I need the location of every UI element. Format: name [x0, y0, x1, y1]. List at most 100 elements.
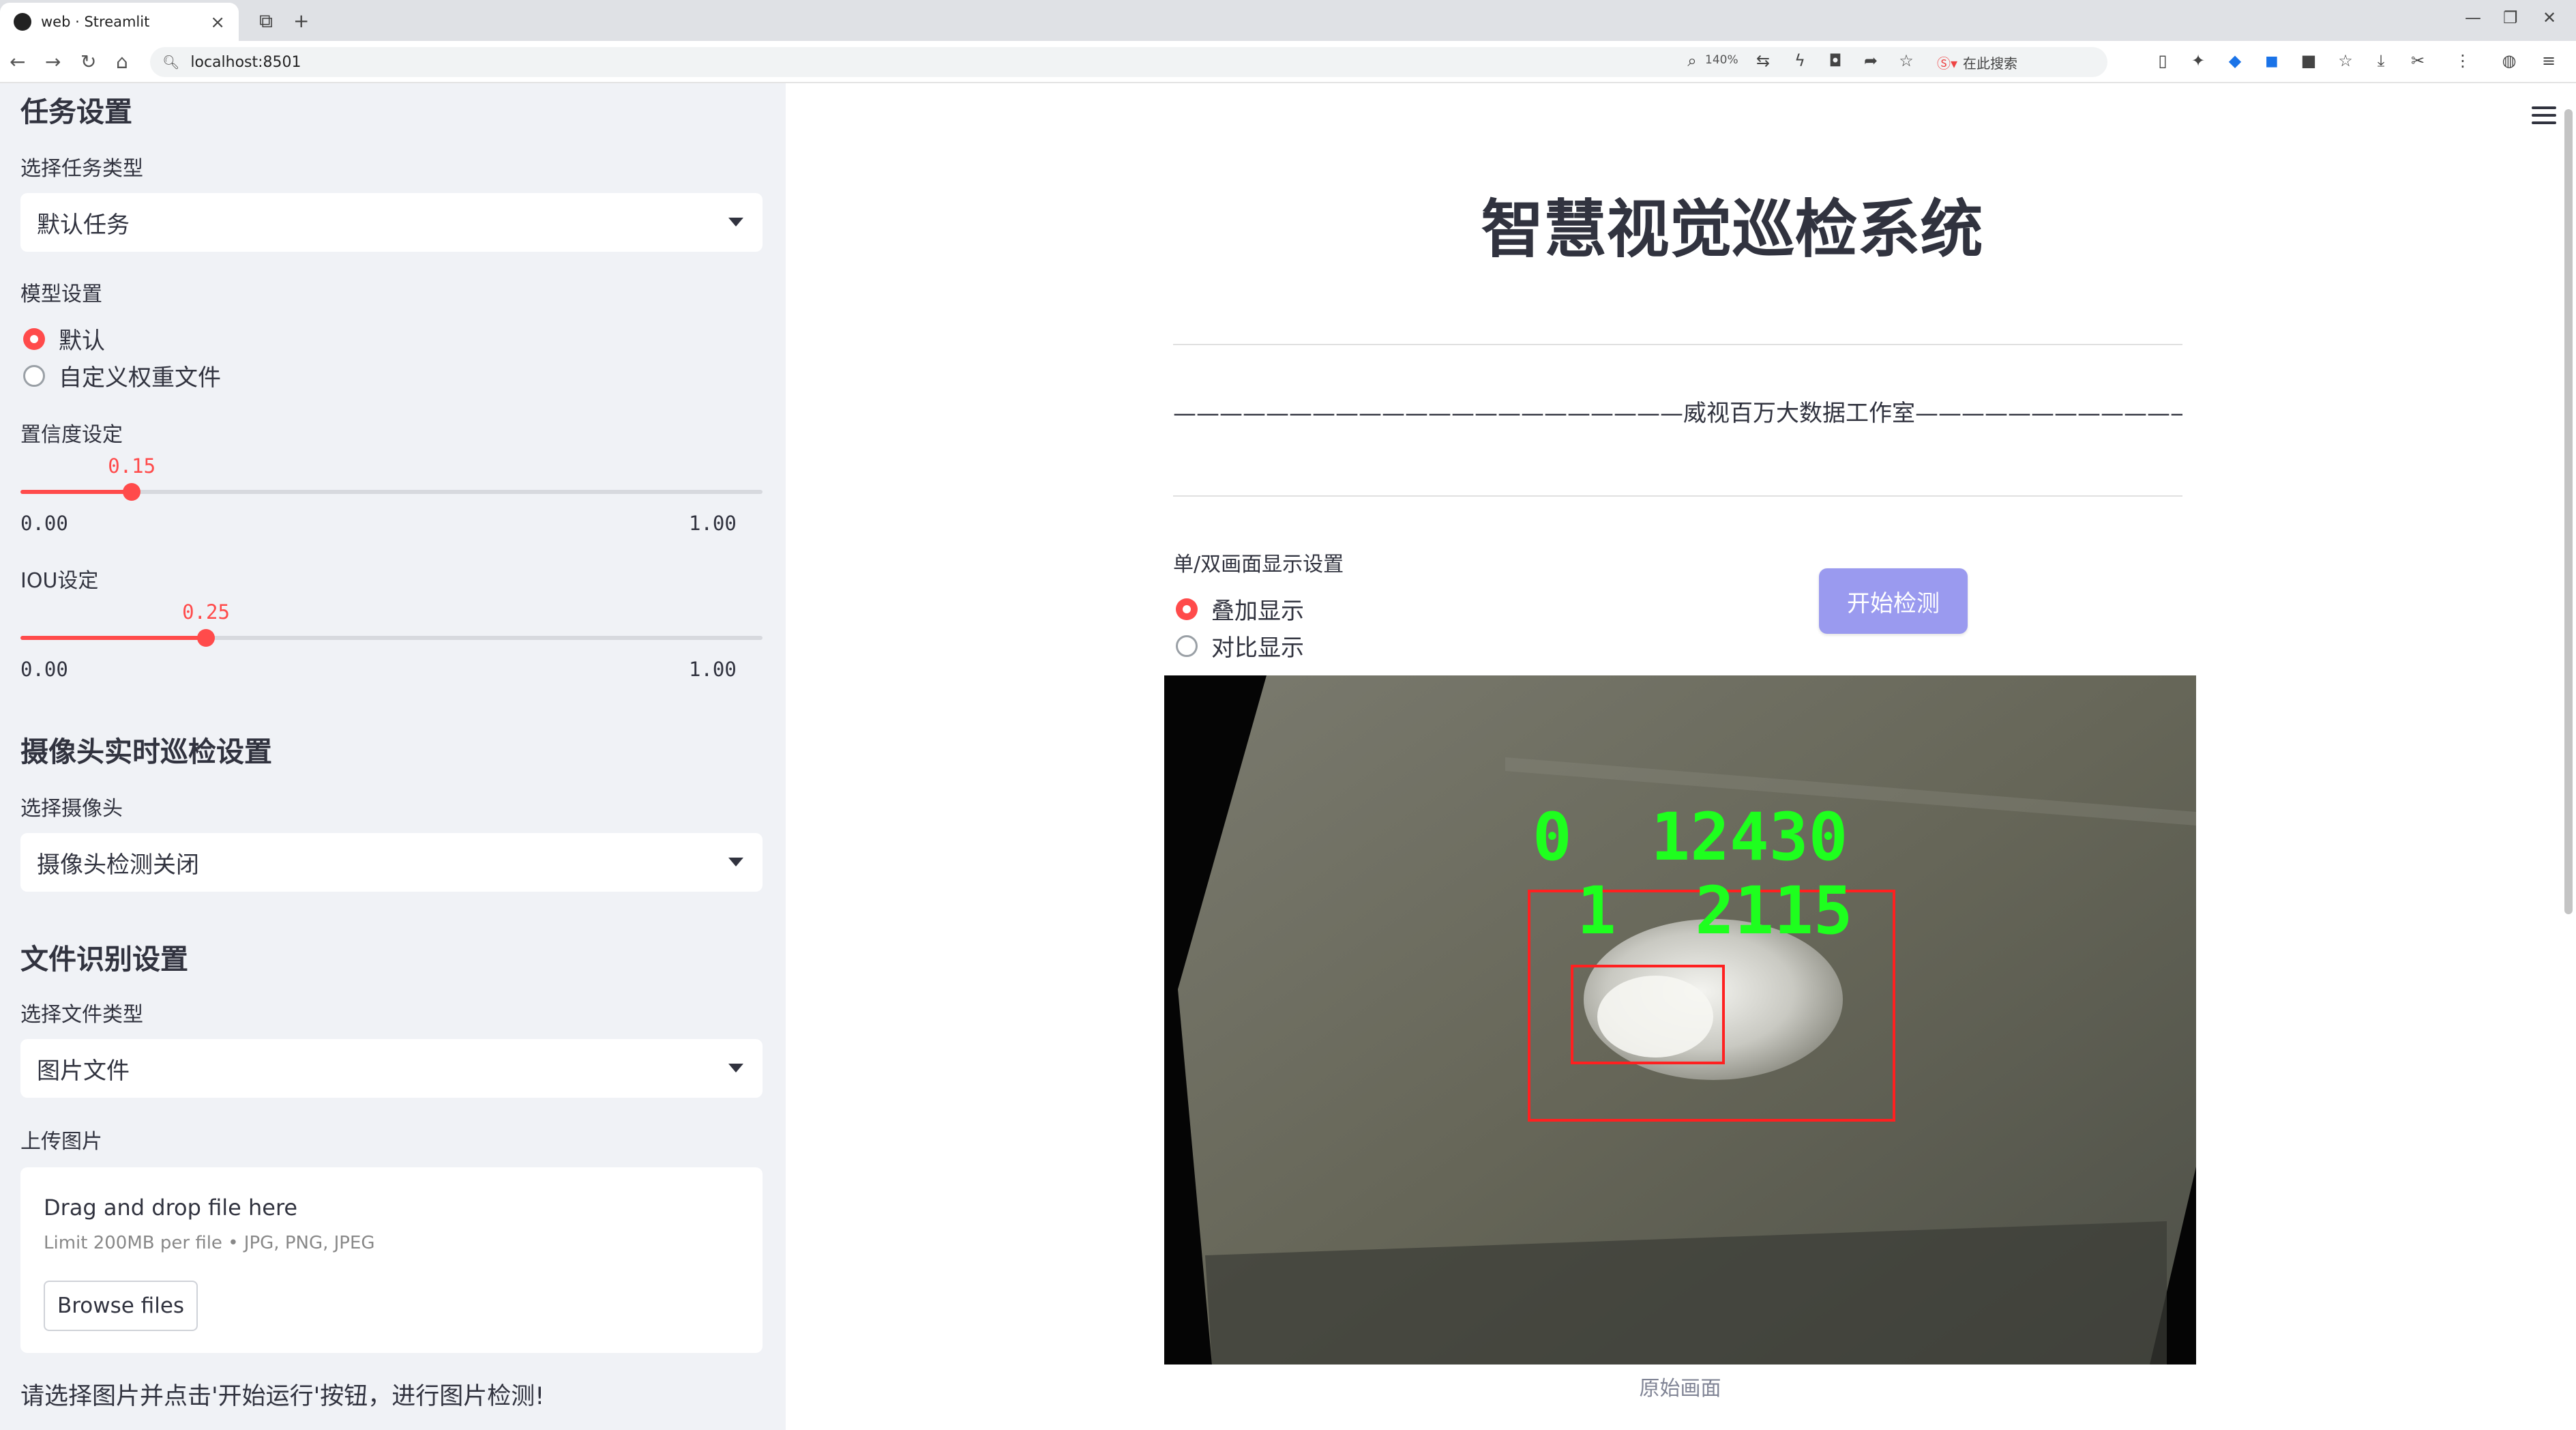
upload-hint-text: 请选择图片并点击'开始运行'按钮，进行图片检测! — [20, 1383, 545, 1410]
tab-close-icon[interactable]: × — [210, 12, 225, 33]
model-option-label: 默认 — [59, 327, 105, 355]
bookmark-star-icon[interactable]: ☆ — [1896, 50, 1916, 71]
confidence-slider-thumb[interactable] — [123, 483, 141, 501]
forward-icon[interactable]: → — [45, 50, 61, 73]
camera-select-value: 摄像头检测关闭 — [37, 851, 199, 879]
bolt-icon[interactable]: ϟ — [1790, 50, 1810, 71]
file-settings-header: 文件识别设置 — [20, 943, 188, 976]
model-radio-default[interactable]: 默认 — [23, 322, 105, 355]
extension-color-icon[interactable]: ✦ — [2188, 50, 2208, 71]
model-radio-custom[interactable]: 自定义权重文件 — [23, 359, 221, 392]
file-uploader-dropzone[interactable]: Drag and drop file here Limit 200MB per … — [20, 1167, 763, 1353]
confidence-slider-fill — [20, 490, 132, 494]
page-title: 智慧视觉巡检系统 — [1481, 193, 1983, 266]
detection-image-svg: 0 12430 1 2115 — [1164, 675, 2196, 1365]
divider — [1173, 344, 2182, 345]
upload-drag-text: Drag and drop file here — [44, 1195, 298, 1221]
reload-icon[interactable]: ↻ — [80, 50, 96, 73]
camera-settings-header: 摄像头实时巡检设置 — [20, 735, 272, 768]
confidence-label: 置信度设定 — [20, 423, 123, 447]
tab-title: web · Streamlit — [41, 14, 150, 30]
iou-slider[interactable] — [20, 629, 763, 647]
task-type-label: 选择任务类型 — [20, 157, 143, 181]
iou-slider-fill — [20, 636, 206, 640]
display-option-label: 对比显示 — [1211, 634, 1304, 662]
extension-blue-icon[interactable]: ◆ — [2225, 50, 2245, 71]
minimize-icon[interactable]: — — [2465, 8, 2481, 27]
extension-doc-icon[interactable]: ◼ — [2262, 50, 2282, 71]
browse-files-button[interactable]: Browse files — [44, 1281, 198, 1331]
studio-subtitle: ——————————————————————威视百万大数据工作室————————… — [1173, 400, 2182, 427]
display-radio-overlay[interactable]: 叠加显示 — [1176, 592, 1304, 626]
browser-search-box[interactable]: Ⓢ▾ 在此搜索 — [1937, 47, 2142, 77]
radio-unselected-icon — [23, 364, 45, 387]
download-icon[interactable]: ⤓ — [2371, 50, 2391, 71]
chevron-down-icon — [728, 1064, 743, 1072]
page-scrollbar[interactable] — [2564, 109, 2573, 914]
divider — [1173, 495, 2182, 497]
iou-min: 0.00 — [20, 658, 68, 681]
start-detection-button[interactable]: 开始检测 — [1819, 568, 1968, 634]
address-bar[interactable]: 🔍︎ localhost:8501 — [150, 47, 2107, 77]
image-caption: 原始画面 — [1639, 1377, 1721, 1401]
detection-label: 0 12430 — [1533, 799, 1848, 875]
file-type-select[interactable]: 图片文件 — [20, 1039, 763, 1098]
translate-icon[interactable]: ⇆ — [1753, 50, 1773, 71]
task-type-select[interactable]: 默认任务 — [20, 193, 763, 252]
confidence-min: 0.00 — [20, 512, 68, 535]
display-mode-label: 单/双画面显示设置 — [1173, 553, 1344, 577]
iou-max: 1.00 — [689, 658, 737, 681]
search-placeholder: 在此搜索 — [1963, 55, 2018, 72]
restore-icon[interactable]: ❐ — [2503, 8, 2518, 27]
iou-slider-thumb[interactable] — [197, 629, 215, 647]
url-text: localhost:8501 — [190, 53, 301, 71]
hamburger-menu-icon[interactable] — [2532, 106, 2556, 127]
confidence-max: 1.00 — [689, 512, 737, 535]
file-type-label: 选择文件类型 — [20, 1003, 143, 1027]
home-icon[interactable]: ⌂ — [116, 50, 128, 73]
confidence-value: 0.15 — [108, 454, 156, 478]
radio-unselected-icon — [1176, 634, 1198, 657]
sidebar: 任务设置 选择任务类型 默认任务 模型设置 默认 自定义权重文件 置信度设定 0… — [0, 83, 786, 1430]
window-close-icon[interactable]: ✕ — [2543, 8, 2556, 27]
radio-selected-icon — [1176, 598, 1198, 620]
zoom-level: 140% — [1705, 53, 1738, 67]
display-radio-compare[interactable]: 对比显示 — [1176, 629, 1304, 662]
chevron-down-icon — [728, 858, 743, 866]
model-option-label: 自定义权重文件 — [59, 364, 221, 392]
iou-value: 0.25 — [182, 600, 230, 624]
camera-icon[interactable]: ◘ — [1825, 50, 1846, 71]
browser-menu-icon[interactable]: ≡ — [2538, 50, 2559, 71]
streamlit-favicon-icon — [14, 13, 31, 31]
detection-result-image: 0 12430 1 2115 — [1164, 675, 2196, 1365]
camera-select-label: 选择摄像头 — [20, 797, 123, 821]
confidence-slider[interactable] — [20, 483, 763, 501]
task-type-value: 默认任务 — [37, 211, 130, 239]
zoom-icon[interactable]: ⌕ — [1682, 50, 1702, 71]
new-tab-icon[interactable]: + — [293, 10, 309, 32]
defect-highlight — [1597, 976, 1713, 1057]
favorites-icon[interactable]: ☆ — [2335, 50, 2356, 71]
detection-label: 1 2115 — [1577, 873, 1853, 949]
more-menu-icon[interactable]: ⋮ — [2453, 50, 2473, 71]
share-icon[interactable]: ➦ — [1861, 50, 1881, 71]
tab-groups-icon[interactable]: ⧉ — [259, 10, 273, 33]
upload-label: 上传图片 — [20, 1130, 102, 1154]
iou-label: IOU设定 — [20, 569, 99, 593]
browser-tab-bar: web · Streamlit × ⧉ + — ❐ ✕ — [0, 0, 2576, 41]
browser-tab[interactable]: web · Streamlit × — [0, 3, 239, 41]
file-type-value: 图片文件 — [37, 1057, 130, 1085]
phone-icon[interactable]: ▯ — [2152, 50, 2173, 71]
browser-toolbar: ← → ↻ ⌂ 🔍︎ localhost:8501 ⌕ 140% ⇆ ϟ ◘ ➦… — [0, 41, 2576, 83]
back-icon[interactable]: ← — [10, 50, 25, 73]
upload-limit-text: Limit 200MB per file • JPG, PNG, JPEG — [44, 1233, 375, 1253]
model-settings-label: 模型设置 — [20, 282, 102, 306]
screenshot-icon[interactable]: ✂ — [2408, 50, 2428, 71]
radio-selected-icon — [23, 327, 45, 350]
main-content: 智慧视觉巡检系统 ——————————————————————威视百万大数据工作… — [786, 83, 2576, 1430]
search-engine-icon: Ⓢ▾ — [1937, 55, 1958, 72]
extension-dark-icon[interactable]: ■ — [2298, 50, 2319, 71]
camera-select[interactable]: 摄像头检测关闭 — [20, 833, 763, 892]
task-settings-header: 任务设置 — [20, 96, 132, 128]
profile-avatar-icon[interactable]: ◍ — [2499, 50, 2519, 71]
